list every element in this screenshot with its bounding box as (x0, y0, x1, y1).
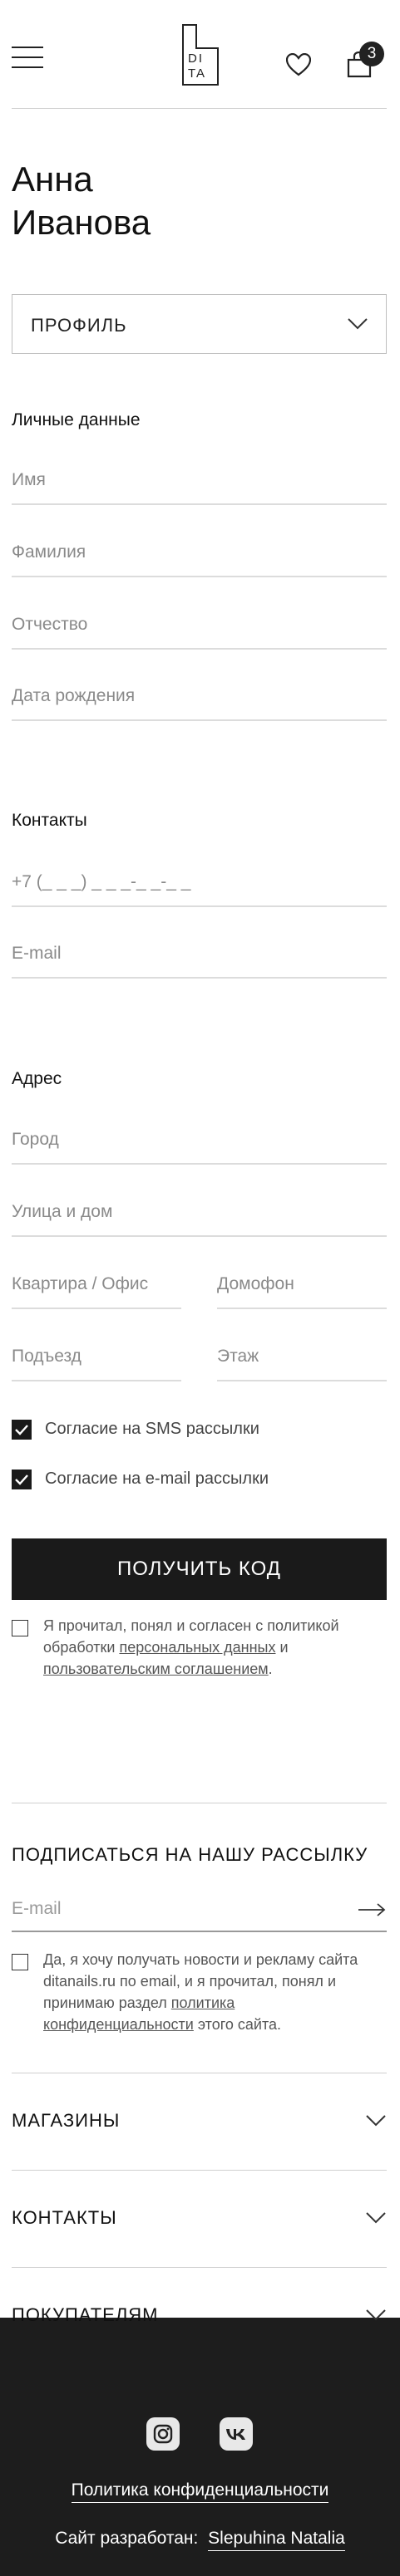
policy-text: Я прочитал, понял и согласен с политикой… (43, 1615, 380, 1680)
get-code-button[interactable]: ПОЛУЧИТЬ КОД (12, 1538, 387, 1600)
heart-icon[interactable] (285, 52, 312, 76)
logo[interactable]: DI TA (181, 23, 220, 86)
newsletter-consent-after: этого сайта. (193, 2016, 282, 2033)
input-underline (12, 719, 387, 721)
user-first-name: Анна (12, 159, 93, 199)
accordion-contacts[interactable]: КОНТАКТЫ (12, 2207, 117, 2229)
personal-section-title: Личные данные (12, 410, 141, 429)
chevron-down-icon[interactable] (366, 2212, 386, 2224)
input-underline (12, 503, 387, 505)
middle-name-input[interactable]: Отчество (12, 615, 87, 635)
newsletter-title: ПОДПИСАТЬСЯ НА НАШУ РАССЫЛКУ (12, 1844, 368, 1865)
policy-text-after: . (268, 1661, 273, 1677)
instagram-icon[interactable] (146, 2417, 180, 2451)
newsletter-email-input[interactable]: E-mail (12, 1899, 62, 1919)
apartment-input[interactable]: Квартира / Офис (12, 1274, 148, 1294)
chevron-down-icon (348, 318, 368, 330)
footer-privacy-link[interactable]: Политика конфиденциальности (71, 2480, 329, 2503)
input-underline (12, 1308, 181, 1309)
input-underline (12, 648, 387, 650)
accordion-buyers[interactable]: ПОКУПАТЕЛЯМ (12, 2304, 159, 2326)
accordion-stores[interactable]: МАГАЗИНЫ (12, 2110, 120, 2132)
profile-select-label: ПРОФИЛЬ (31, 315, 127, 336)
address-section-title: Адрес (12, 1069, 62, 1088)
footer-privacy: Политика конфиденциальности (0, 2480, 400, 2503)
intercom-input[interactable]: Домофон (217, 1274, 294, 1294)
menu-icon[interactable] (12, 47, 43, 68)
chevron-down-icon[interactable] (366, 2115, 386, 2127)
input-underline (12, 576, 387, 577)
user-name: Анна Иванова (12, 158, 378, 244)
input-underline (217, 1308, 387, 1309)
chevron-down-icon[interactable] (366, 2309, 386, 2321)
newsletter-consent-text: Да, я хочу получать новости и рекламу са… (43, 1949, 384, 2035)
email-consent-checkbox[interactable] (12, 1470, 32, 1489)
input-underline (12, 1163, 387, 1165)
input-underline (12, 905, 387, 907)
city-input[interactable]: Город (12, 1130, 59, 1150)
arrow-right-icon[interactable] (358, 1903, 386, 1916)
input-underline (12, 977, 387, 979)
divider (12, 2170, 387, 2171)
policy-checkbox[interactable] (12, 1620, 28, 1636)
first-name-input[interactable]: Имя (12, 470, 46, 490)
footer: Политика конфиденциальности Сайт разрабо… (0, 2318, 400, 2576)
contacts-section-title: Контакты (12, 811, 87, 830)
newsletter-consent-checkbox[interactable] (12, 1954, 28, 1970)
footer-developer: Сайт разработан: Slepuhina Natalia (0, 2529, 400, 2551)
input-underline (12, 1380, 181, 1381)
footer-dev-link[interactable]: Slepuhina Natalia (208, 2529, 345, 2551)
header: DI TA 3 (0, 0, 400, 108)
email-consent-label: Согласие на e-mail рассылки (45, 1470, 269, 1488)
policy-text-mid: и (275, 1639, 289, 1656)
cart-count-badge: 3 (359, 42, 384, 66)
footer-dev-label: Сайт разработан: (55, 2529, 199, 2548)
phone-input[interactable]: +7 (_ _ _) _ _ _-_ _-_ _ (12, 872, 190, 892)
logo-text: DI TA (188, 52, 207, 81)
sms-consent-label: Согласие на SMS рассылки (45, 1420, 259, 1438)
profile-select[interactable]: ПРОФИЛЬ (12, 294, 387, 354)
divider (12, 2267, 387, 2268)
last-name-input[interactable]: Фамилия (12, 542, 86, 562)
input-underline (12, 1931, 387, 1932)
street-input[interactable]: Улица и дом (12, 1202, 112, 1222)
sms-consent-checkbox[interactable] (12, 1420, 32, 1440)
birthdate-input[interactable]: Дата рождения (12, 686, 135, 706)
input-underline (12, 1235, 387, 1237)
entrance-input[interactable]: Подъезд (12, 1347, 81, 1367)
email-input[interactable]: E-mail (12, 944, 62, 964)
input-underline (217, 1380, 387, 1381)
personal-data-link[interactable]: персональных данных (119, 1639, 275, 1656)
floor-input[interactable]: Этаж (217, 1347, 259, 1367)
divider (12, 108, 387, 109)
vk-icon[interactable] (220, 2417, 253, 2451)
user-agreement-link[interactable]: пользовательским соглашением (43, 1661, 269, 1677)
user-last-name: Иванова (12, 203, 151, 242)
